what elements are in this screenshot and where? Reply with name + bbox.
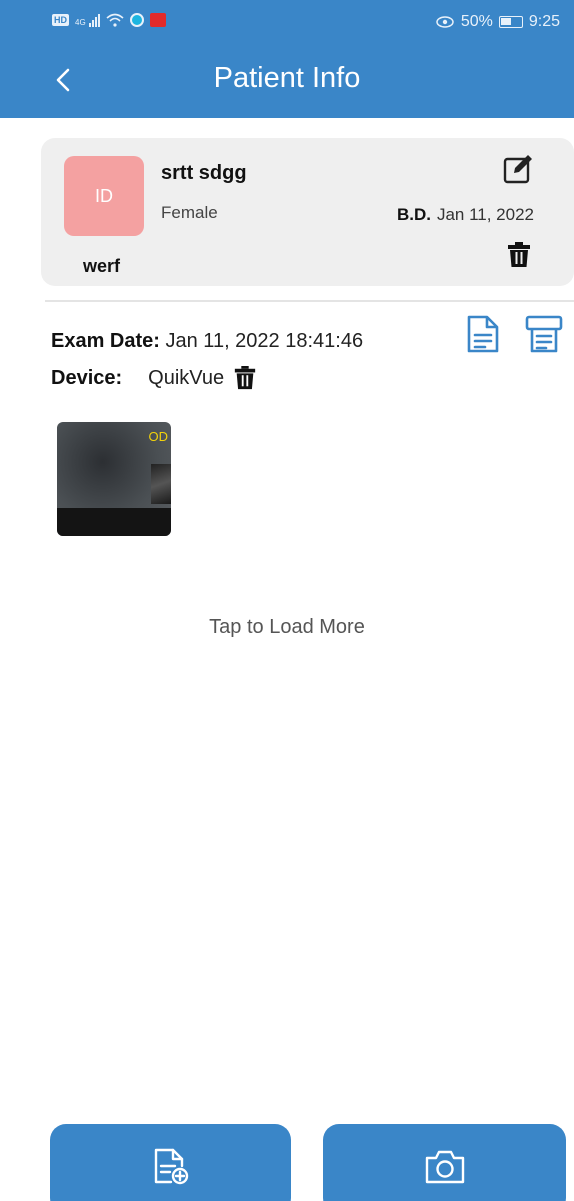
edit-patient-button[interactable] <box>502 152 536 186</box>
report-button[interactable] <box>466 314 500 354</box>
document-icon <box>467 315 499 353</box>
clock: 9:25 <box>528 13 560 30</box>
status-icons-left: HD 4G <box>52 13 166 27</box>
divider <box>45 300 574 302</box>
delete-exam-button[interactable] <box>234 366 256 390</box>
birth-date-label: B.D. <box>396 205 431 224</box>
birth-date-value: Jan 11, 2022 <box>436 205 534 224</box>
print-report-button[interactable] <box>524 314 564 354</box>
trash-icon <box>234 366 256 390</box>
device-value: QuikVue <box>148 366 225 389</box>
vpn-icon <box>129 13 144 27</box>
avatar: ID <box>64 156 144 236</box>
exam-date-value: Jan 11, 2022 18:41:46 <box>165 330 364 352</box>
camera-button[interactable] <box>323 1124 566 1201</box>
add-report-icon <box>154 1148 188 1185</box>
eye-comfort-icon <box>436 16 454 28</box>
status-icons-right: 50% 9:25 <box>435 13 560 31</box>
patient-name: srtt sdgg <box>161 162 247 184</box>
load-more-button[interactable]: Tap to Load More <box>0 616 574 639</box>
image-content <box>151 464 171 504</box>
nav-bar: Patient Info <box>0 44 574 118</box>
camera-icon <box>425 1150 464 1184</box>
exam-date-label: Exam Date: <box>51 330 160 352</box>
hd-icon: HD <box>52 14 69 26</box>
trash-icon <box>508 242 530 267</box>
new-exam-button[interactable] <box>50 1124 291 1201</box>
image-base <box>57 508 171 536</box>
exam-date: Exam Date: Jan 11, 2022 18:41:46 <box>51 330 363 353</box>
status-bar: HD 4G 50% 9:25 <box>0 0 574 44</box>
patient-card: ID srtt sdgg Female B.D. Jan 11, 2022 wer… <box>41 138 574 286</box>
app-notification-icon <box>149 13 166 27</box>
device-label: Device: <box>51 366 123 389</box>
exam-device: Device: QuikVue <box>51 366 256 390</box>
edit-icon <box>503 155 532 184</box>
printer-icon <box>525 315 563 353</box>
birth-date: B.D. Jan 11, 2022 <box>397 205 534 225</box>
exam-image-thumbnail[interactable]: OD <box>57 422 171 536</box>
network-type: 4G <box>75 18 86 27</box>
app-header: HD 4G 50% 9:25 Patient Info <box>0 0 574 118</box>
delete-patient-button[interactable] <box>508 242 530 268</box>
battery-icon <box>498 16 523 28</box>
signal-icon: 4G <box>75 13 100 27</box>
wifi-icon <box>106 13 124 27</box>
patient-id: werf <box>83 256 121 276</box>
battery-percent: 50% <box>460 13 493 30</box>
page-title: Patient Info <box>213 62 361 94</box>
eye-tag: OD <box>148 429 169 444</box>
patient-gender: Female <box>161 203 218 222</box>
